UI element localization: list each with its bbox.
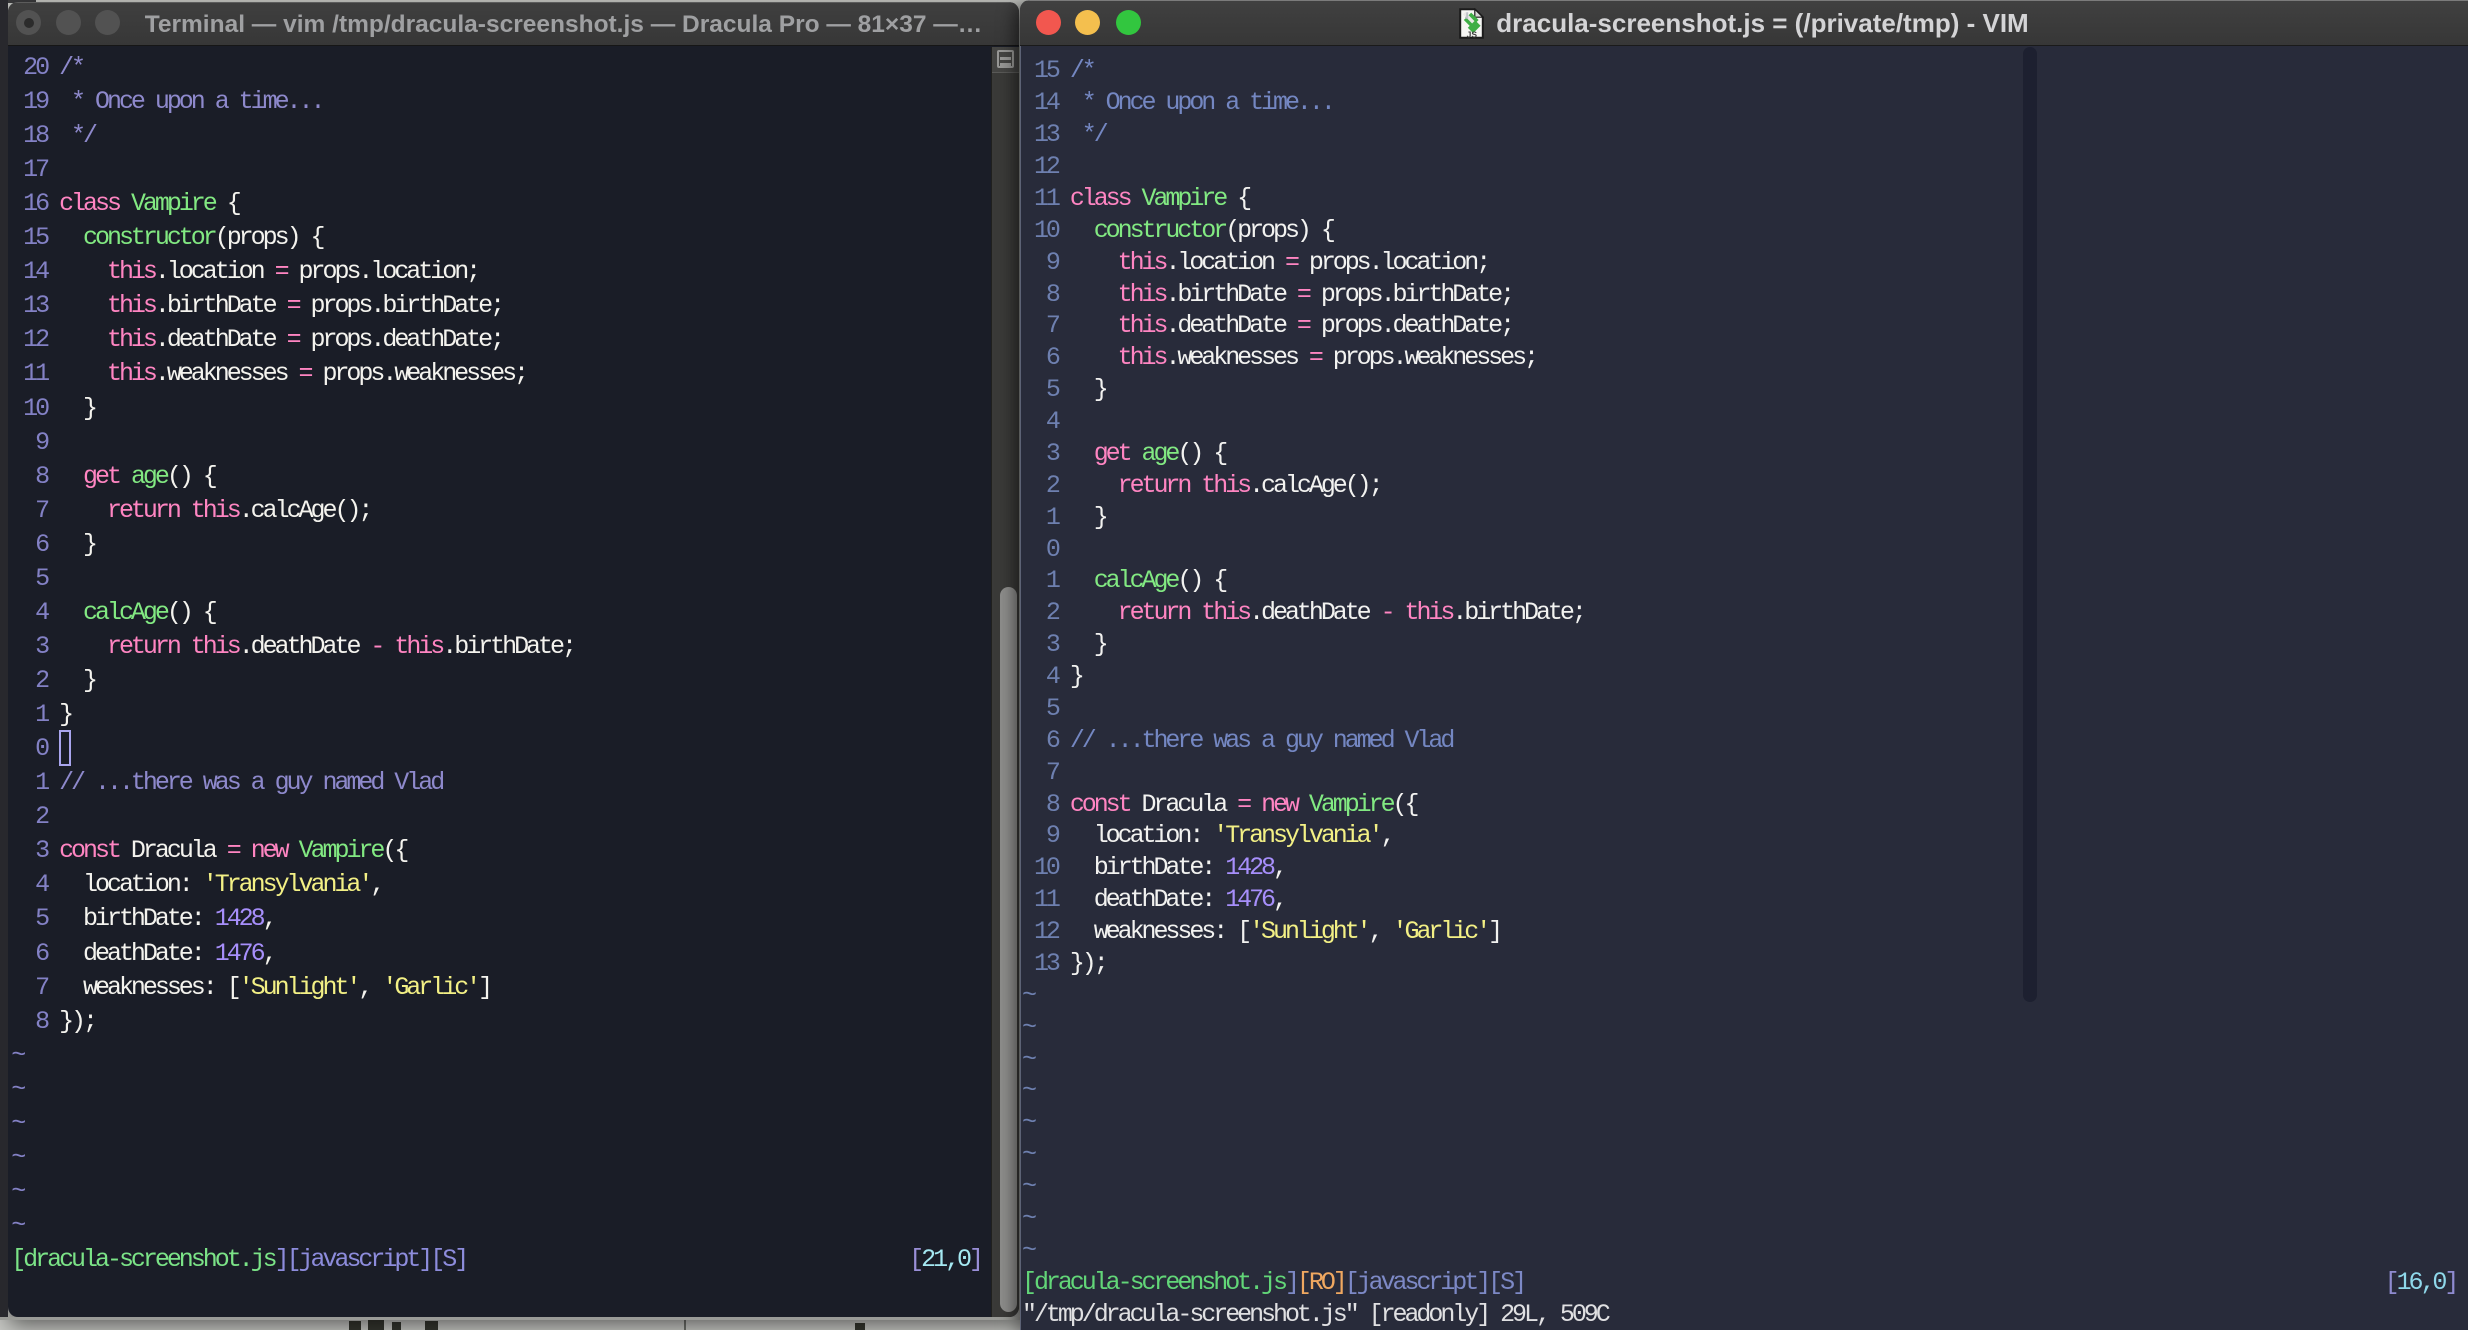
- svg-text:JS: JS: [1467, 29, 1478, 39]
